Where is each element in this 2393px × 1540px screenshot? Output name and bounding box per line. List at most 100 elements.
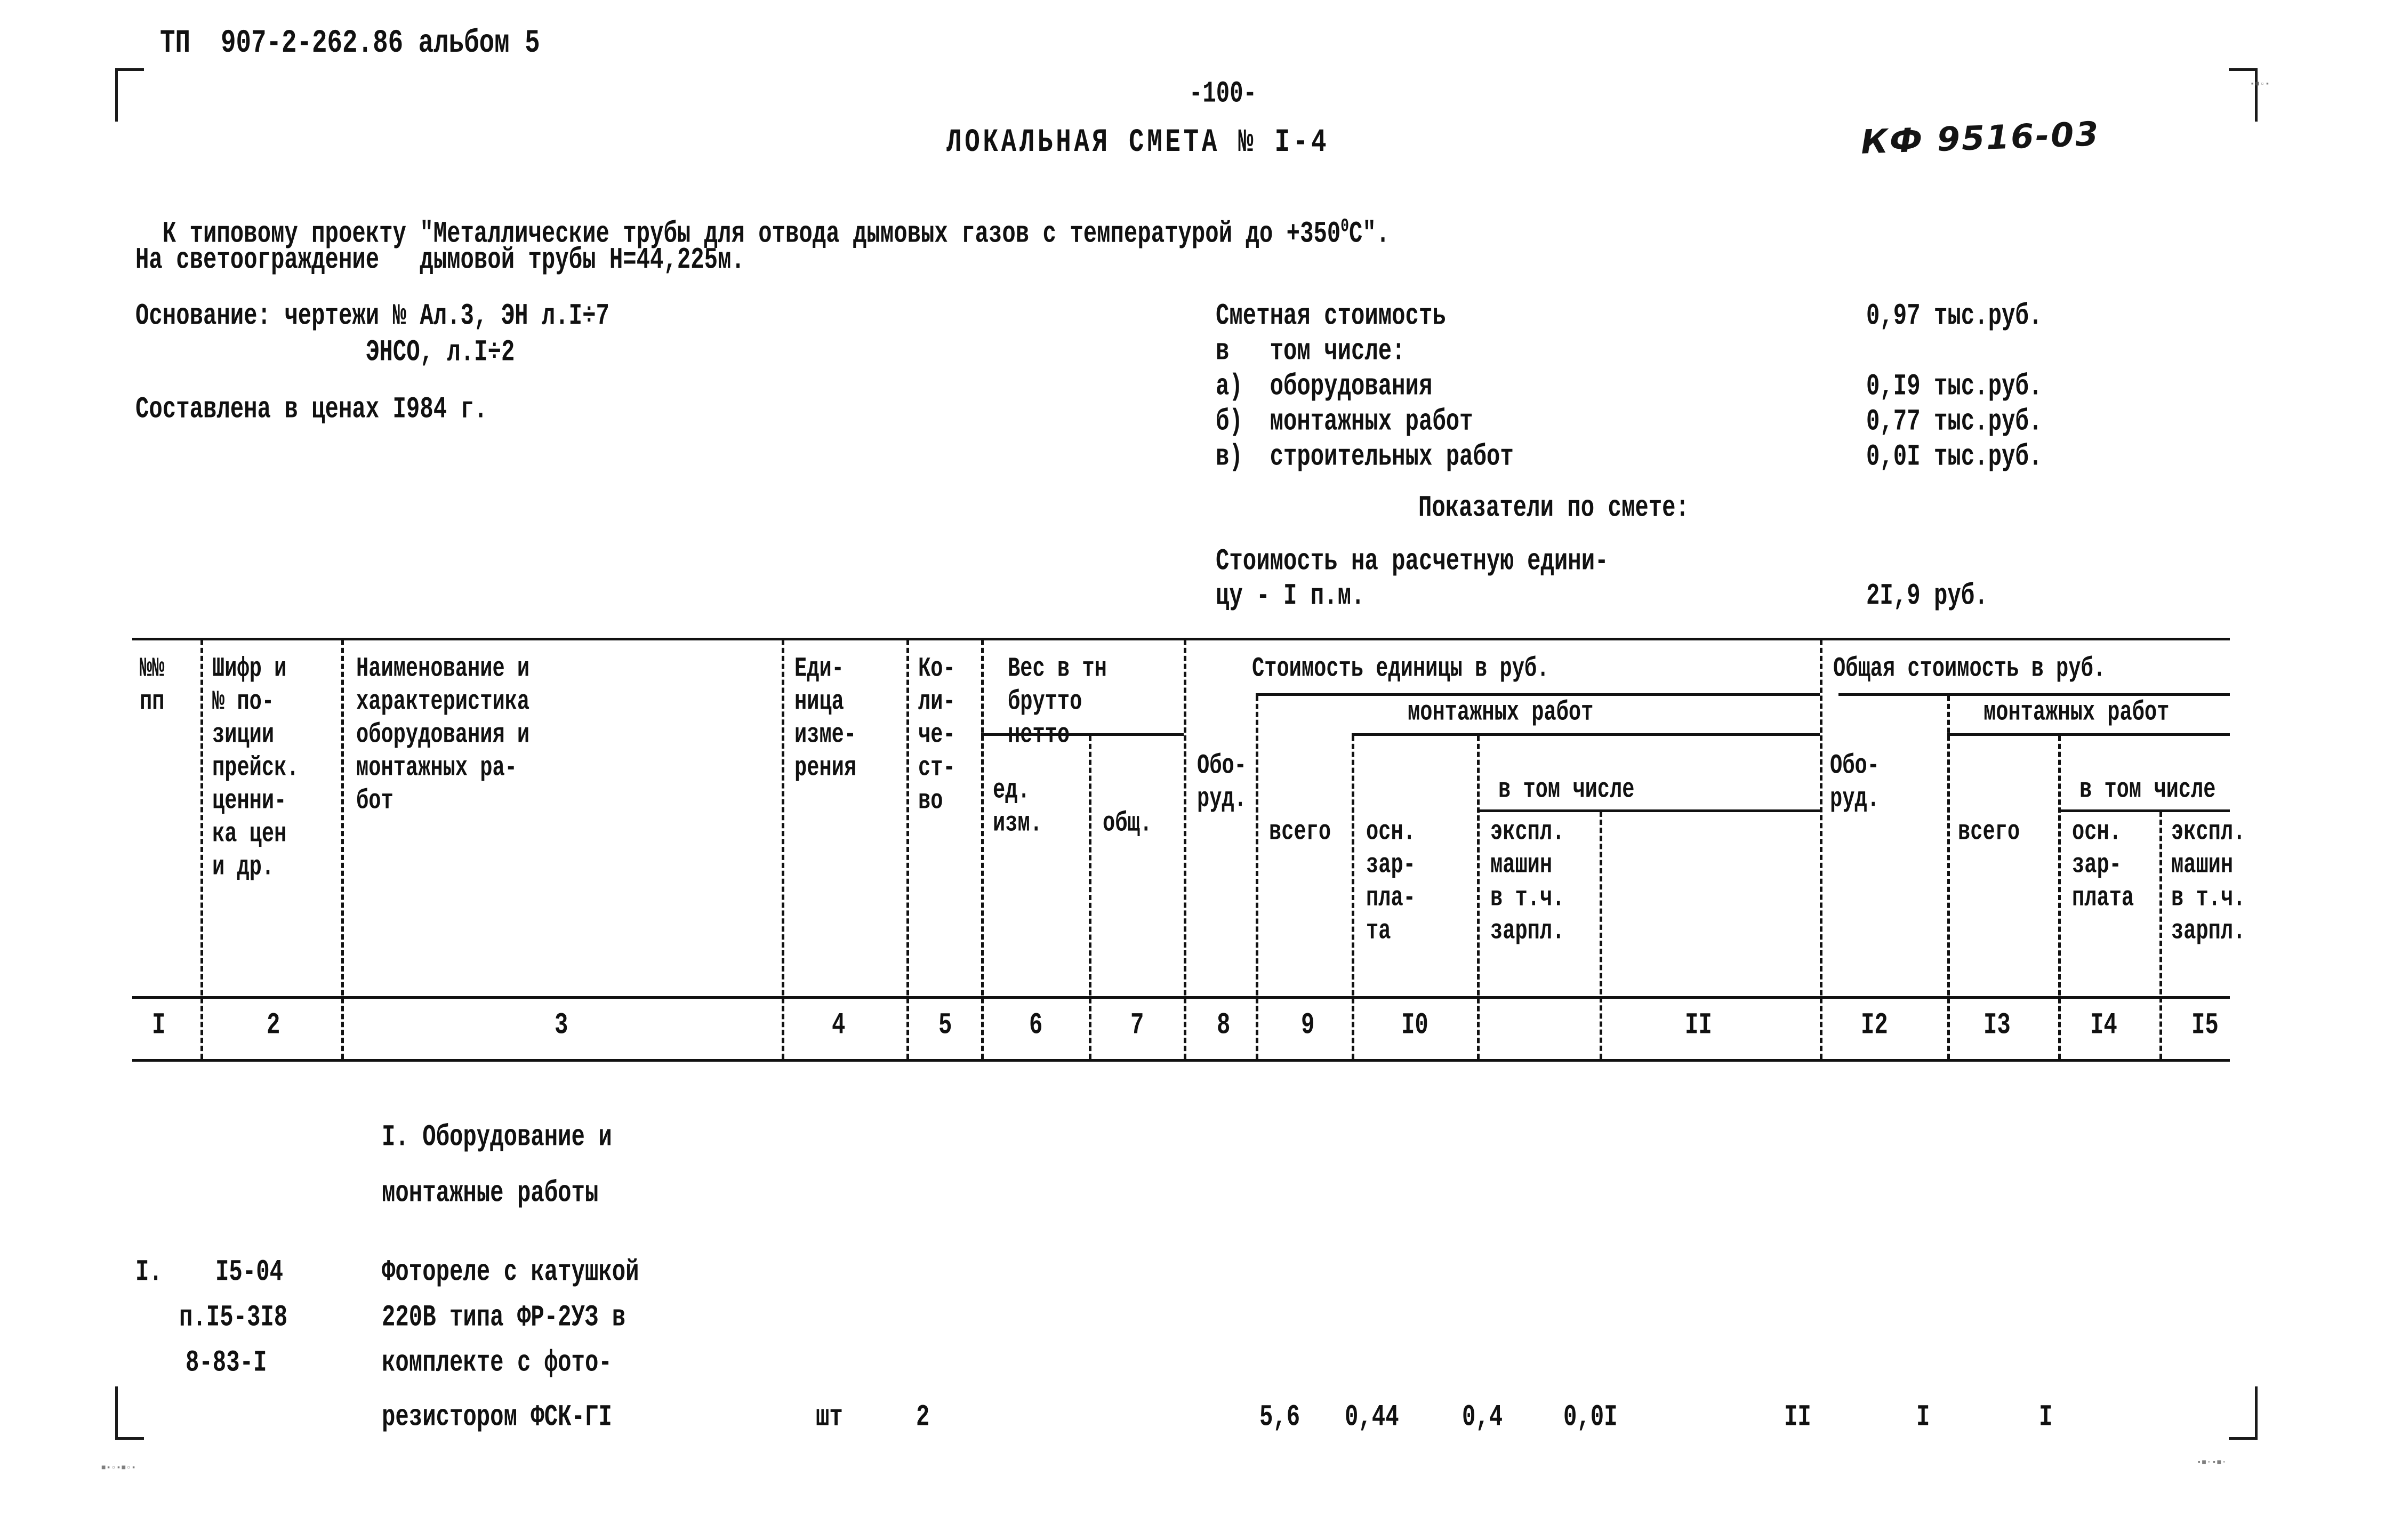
subject-line: На светоограждение дымовой трубы Н=44,22… [135, 243, 745, 277]
header-inst-all-t: всего [1958, 816, 2020, 848]
header-machine-u-line-3: зарпл. [1490, 915, 1565, 947]
header-code-line-1: № по- [212, 686, 275, 718]
unit-cost-line-1: Стоимость на расчетную едини- [1216, 544, 1609, 579]
header-unit-line-3: рения [794, 752, 857, 784]
column-number-12: I2 [1861, 1008, 1888, 1042]
header-w-unit-line-0: ед. [993, 774, 1030, 806]
row-0-no: I. [135, 1255, 163, 1289]
summary-row-value-1: 0,77 тыс.руб. [1866, 405, 2043, 439]
row-0-code-2: 8-83-I [186, 1346, 267, 1380]
col-sep-12 [1820, 640, 1822, 1059]
header-equip-u-line-0: Обо- [1197, 750, 1247, 782]
col-sep-6 [1089, 736, 1091, 1059]
row-0-name-1: 220В типа ФР-2УЗ в [382, 1301, 626, 1335]
summary-row-label-1: б) монтажных работ [1216, 405, 1473, 439]
header-inst-all-u: всего [1269, 816, 1331, 848]
header-totalcost-group: Общая стоимость в руб. [1833, 653, 2106, 685]
col-sep-10 [1477, 736, 1480, 1059]
header-no-line-1: пп [140, 686, 165, 718]
header-machine-t-line-2: в т.ч. [2171, 882, 2246, 914]
basis-line-2: ЭНСО, л.I÷2 [366, 335, 515, 370]
col-sep-3 [782, 640, 784, 1059]
install-left-rule [1352, 733, 1820, 736]
column-number-11: II [1685, 1008, 1712, 1042]
table-numbers-rule-top [132, 996, 2230, 999]
header-salary-u-line-3: та [1366, 915, 1391, 947]
column-number-3: 3 [555, 1008, 568, 1042]
in-which-right-rule [2058, 809, 2230, 812]
header-code-line-5: ка цен [212, 818, 287, 850]
row-0-name-3: резистором ФСК-ГI [382, 1400, 612, 1434]
header-name-line-4: бот [356, 785, 394, 817]
header-equip-t-line-1: руд. [1830, 783, 1880, 815]
col-sep-8 [1256, 696, 1258, 1059]
header-salary-u-line-0: осн. [1366, 816, 1416, 848]
header-machine-u-line-2: в т.ч. [1490, 882, 1565, 914]
column-number-7: 7 [1130, 1008, 1144, 1042]
header-name-line-1: характеристика [356, 686, 530, 718]
header-qty-line-3: ст- [918, 752, 955, 784]
section-title-line-0: I. Оборудование и [382, 1120, 612, 1154]
intro-line: К типовому проекту "Металлические трубы … [135, 188, 1390, 249]
column-number-6: 6 [1029, 1008, 1043, 1042]
section-title-line-1: монтажные работы [382, 1176, 599, 1210]
header-w-unit-line-1: изм. [993, 807, 1042, 839]
header-equip-t-line-0: Обо- [1830, 750, 1880, 782]
registration-mark-top-left [115, 68, 144, 122]
row-0-equip-unit-cost: 5,6 [1259, 1400, 1300, 1434]
intro-tail: С". [1349, 217, 1390, 251]
scan-artifact-left: ■▪▫▪■▫▪ [101, 1464, 136, 1472]
project-code: ТП 907-2-262.86 альбом 5 [160, 25, 540, 62]
summary-total-value: 0,97 тыс.руб. [1866, 299, 2043, 333]
col-sep-4 [906, 640, 909, 1059]
table-numbers-rule-bottom [132, 1059, 2230, 1062]
column-number-5: 5 [938, 1008, 952, 1042]
header-machine-t-line-0: экспл. [2171, 816, 2246, 848]
row-0-code-0: I5-04 [215, 1255, 283, 1289]
header-no-line-0: №№ [140, 653, 165, 685]
header-qty-line-2: че- [918, 719, 955, 751]
header-salary-t-line-0: осн. [2072, 816, 2122, 848]
unit-cost-group-rule [1256, 693, 1820, 696]
column-number-1: I [152, 1008, 166, 1042]
total-cost-group-rule [1838, 693, 2230, 696]
header-machine-t-line-1: машин [2171, 849, 2234, 881]
table-top-rule [132, 638, 2230, 640]
page-title: ЛОКАЛЬНАЯ СМЕТА № I-4 [946, 124, 1330, 162]
page-number: -100- [1189, 77, 1257, 111]
prices-line: Составлена в ценах I984 г. [135, 392, 488, 427]
header-code-line-2: зиции [212, 719, 275, 751]
row-0-name-2: комплекте с фото- [382, 1346, 612, 1380]
header-name-line-0: Наименование и [356, 653, 530, 685]
col-sep-1 [200, 640, 203, 1059]
summary-row-label-2: в) строительных работ [1216, 440, 1514, 474]
row-0-salary-unit-cost: 0,4 [1462, 1400, 1503, 1434]
row-0-unit: шт [816, 1400, 843, 1434]
header-w-total-line-0: общ. [1103, 807, 1152, 839]
header-salary-u-line-2: пла- [1366, 882, 1416, 914]
in-which-left-rule [1477, 809, 1820, 812]
summary-including-label: в том числе: [1216, 334, 1406, 368]
archive-code: КФ 9516-03 [1860, 114, 2101, 162]
row-0-salary-total-cost: I [2039, 1400, 2053, 1434]
registration-mark-top-right [2229, 68, 2258, 122]
column-number-4: 4 [832, 1008, 846, 1042]
summary-indicators-label: Показатели по смете: [1418, 491, 1689, 525]
column-number-9: 9 [1301, 1008, 1315, 1042]
col-sep-7 [1184, 640, 1186, 1059]
header-machine-u-line-0: экспл. [1490, 816, 1565, 848]
header-salary-t-line-1: зар- [2072, 849, 2122, 881]
header-in-which-left: в том числе [1498, 774, 1635, 806]
header-qty-line-0: Ко- [918, 653, 955, 685]
col-sep-2 [341, 640, 344, 1059]
col-sep-11 [1600, 812, 1602, 1059]
header-code-line-6: и др. [212, 851, 275, 883]
summary-total-label: Сметная стоимость [1216, 299, 1446, 333]
header-salary-t-line-2: плата [2072, 882, 2134, 914]
header-qty-line-1: ли- [918, 686, 955, 718]
row-0-install-total-cost: I [1916, 1400, 1930, 1434]
row-0-name-0: Фотореле с катушкой [382, 1255, 639, 1289]
unit-cost-value: 2I,9 руб. [1866, 579, 1988, 613]
header-weight-net: нетто [1008, 719, 1070, 751]
col-sep-15 [2159, 812, 2162, 1059]
